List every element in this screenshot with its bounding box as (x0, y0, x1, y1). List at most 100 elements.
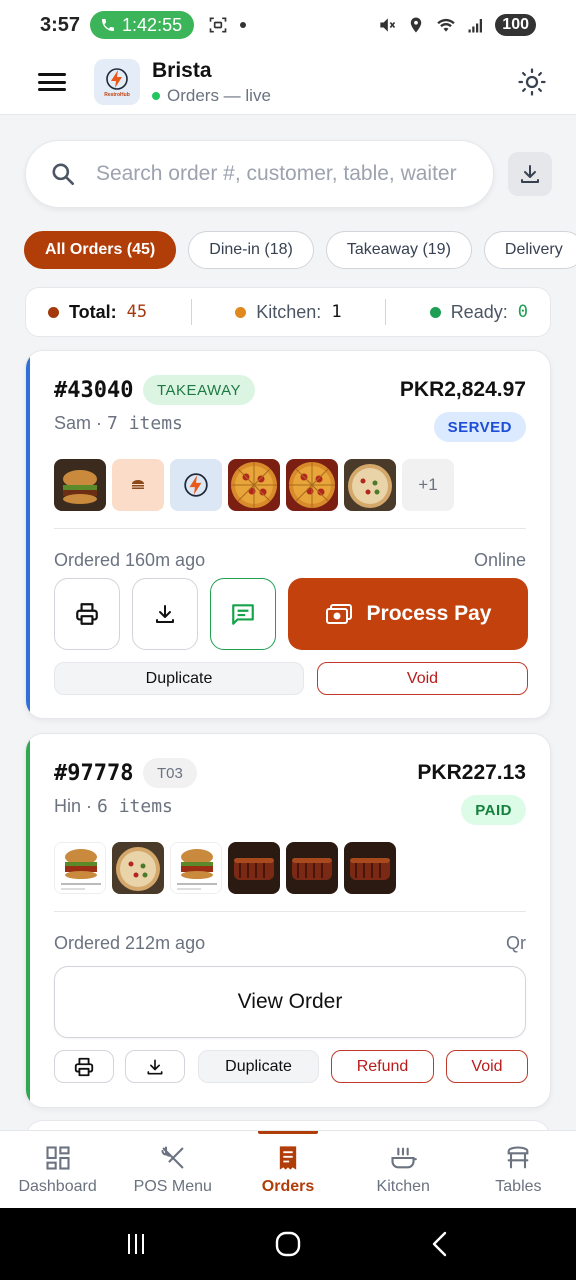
order-price: PKR2,824.97 (399, 378, 526, 401)
brand-name: Brista (152, 58, 212, 82)
printer-icon (76, 603, 98, 625)
order-number: #97778 (54, 761, 134, 786)
pizza-thumb-icon (286, 459, 338, 511)
order-card[interactable]: #97778 T03 PKR227.13 PAID Hin · 6 items … (25, 733, 551, 1108)
status-bar: 3:57 1:42:55 100 (0, 0, 576, 50)
item-count: 6 items (97, 796, 173, 817)
notification-dot-icon (240, 22, 247, 28)
card-divider (54, 528, 526, 529)
view-order-button[interactable]: View Order (54, 966, 526, 1038)
card-accent (26, 734, 30, 1107)
veg-pizza-thumb-icon (344, 459, 396, 511)
status-badge: SERVED (433, 412, 526, 442)
search-input[interactable] (95, 162, 475, 186)
cash-icon (325, 604, 352, 624)
theme-toggle-button[interactable] (512, 62, 552, 102)
summary-ready-value: 0 (517, 302, 528, 322)
summary-ready-label: Ready: (450, 301, 508, 322)
filter-chips: All Orders (45) Dine-in (18) Takeaway (1… (24, 231, 576, 269)
summary-total-label: Total: (69, 301, 117, 322)
kitchen-dot-icon (235, 306, 247, 318)
burger-card-thumb-icon (170, 842, 222, 894)
order-price: PKR227.13 (417, 761, 526, 784)
total-dot-icon (48, 306, 59, 318)
burger-card-thumb-icon (54, 842, 106, 894)
summary-kitchen: Kitchen: 1 (235, 302, 342, 323)
dashboard-icon (46, 1145, 70, 1170)
brand-logo: RestroHub (94, 59, 140, 105)
customer-info: Hin · 6 items (54, 796, 173, 817)
pizza-thumb-icon (228, 459, 280, 511)
item-thumbnails (54, 842, 396, 894)
back-icon[interactable] (410, 1214, 470, 1274)
message-icon (232, 604, 254, 625)
customer-info: Sam · 7 items (54, 413, 183, 434)
status-time: 3:57 (40, 13, 81, 36)
search-bar (25, 140, 494, 208)
void-button[interactable]: Void (446, 1050, 528, 1083)
nav-pos-menu[interactable]: POS Menu (115, 1131, 230, 1208)
process-pay-button[interactable]: Process Pay (288, 578, 528, 650)
customer-name: Hin (54, 796, 82, 816)
download-button[interactable] (125, 1050, 185, 1083)
mute-icon (380, 18, 396, 32)
refund-button[interactable]: Refund (331, 1050, 434, 1083)
filter-all-orders[interactable]: All Orders (45) (24, 231, 177, 269)
summary-divider (190, 299, 192, 325)
summary-divider (385, 299, 387, 325)
filter-dine-in[interactable]: Dine-in (18) (188, 231, 314, 269)
veg-pizza-thumb-icon (112, 842, 164, 894)
nav-kitchen[interactable]: Kitchen (346, 1131, 461, 1208)
customer-name: Sam (54, 413, 92, 433)
menu-icon[interactable] (38, 71, 66, 93)
nav-kitchen-label: Kitchen (376, 1177, 430, 1195)
printer-icon (74, 1057, 94, 1076)
ordered-time: Ordered 160m ago (54, 550, 206, 570)
status-badge: PAID (461, 795, 526, 825)
summary-total: Total: 45 (48, 302, 147, 323)
card-accent (26, 351, 30, 718)
bottom-nav: Dashboard POS Menu Orders Kitchen Tables (0, 1130, 576, 1208)
more-items-badge: +1 (402, 459, 454, 511)
duplicate-button[interactable]: Duplicate (198, 1050, 319, 1083)
download-icon (521, 165, 539, 183)
nav-orders[interactable]: Orders (230, 1131, 345, 1208)
home-icon[interactable] (258, 1214, 318, 1274)
location-icon (411, 17, 422, 33)
sun-icon (518, 68, 546, 96)
burger-thumb-icon (54, 459, 106, 511)
nav-dashboard[interactable]: Dashboard (0, 1131, 115, 1208)
export-button[interactable] (508, 152, 552, 196)
order-summary: Total: 45 Kitchen: 1 Ready: 0 (25, 287, 551, 337)
filter-delivery[interactable]: Delivery (483, 231, 576, 269)
order-card[interactable]: #43040 TAKEAWAY PKR2,824.97 SERVED Sam ·… (25, 350, 551, 719)
ready-dot-icon (429, 306, 441, 318)
pot-icon (391, 1147, 418, 1168)
print-button[interactable] (54, 1050, 114, 1083)
nav-orders-label: Orders (261, 1177, 315, 1195)
print-button[interactable] (54, 578, 120, 650)
system-nav-bar (0, 1208, 576, 1280)
search-icon (52, 163, 74, 186)
order-number: #43040 (54, 378, 134, 403)
item-count: 7 items (107, 413, 183, 434)
phone-icon (102, 19, 115, 31)
table-icon (508, 1145, 529, 1168)
order-channel: Online (473, 550, 526, 570)
call-chip[interactable]: 1:42:55 (90, 11, 195, 39)
live-status: Orders — live (152, 86, 271, 106)
recent-apps-icon[interactable] (106, 1214, 166, 1274)
restrohub-logo-icon (170, 459, 222, 511)
order-type-tag: TAKEAWAY (143, 375, 256, 405)
summary-total-value: 45 (126, 302, 148, 322)
logo-text: RestroHub (104, 91, 130, 98)
fork-knife-icon (161, 1145, 184, 1168)
lightning-logo-icon (106, 67, 128, 90)
download-button[interactable] (132, 578, 198, 650)
void-button[interactable]: Void (317, 662, 528, 695)
message-button[interactable] (210, 578, 276, 650)
filter-takeaway[interactable]: Takeaway (19) (325, 231, 472, 269)
duplicate-button[interactable]: Duplicate (54, 662, 304, 695)
nav-tables[interactable]: Tables (461, 1131, 576, 1208)
ordered-time: Ordered 212m ago (54, 933, 206, 953)
